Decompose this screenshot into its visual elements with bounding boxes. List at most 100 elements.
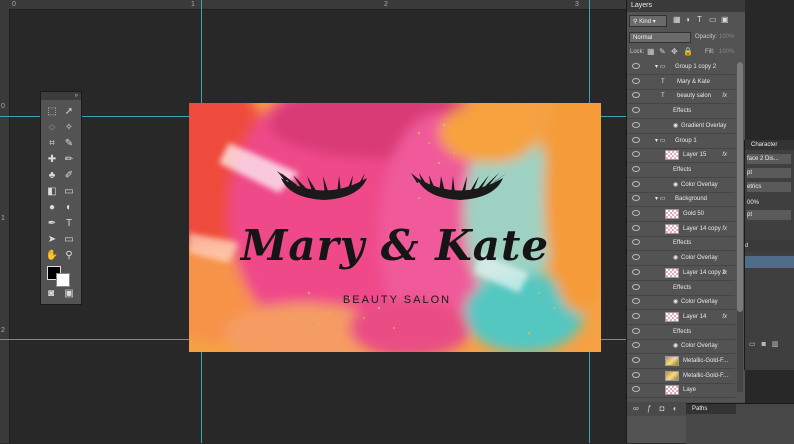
layer-effect-row[interactable]: Effects — [627, 236, 735, 252]
visibility-eye-icon[interactable] — [632, 342, 640, 349]
folder-icon[interactable]: ▾ ▭ — [655, 192, 665, 206]
panel-item[interactable]: d — [745, 240, 794, 252]
effect-visibility-icon[interactable]: ◉ — [673, 295, 678, 309]
magic-wand-tool-icon[interactable]: ✧ — [62, 122, 76, 134]
folder-icon[interactable]: ▾ ▭ — [655, 134, 665, 148]
layer-effect-row[interactable]: Effects — [627, 104, 735, 120]
visibility-eye-icon[interactable] — [632, 63, 640, 69]
tools-panel-header[interactable]: » — [41, 92, 81, 100]
screen-mode-icon[interactable]: ▣ — [62, 288, 76, 300]
opacity-value[interactable]: 100% — [719, 34, 734, 40]
visibility-eye-icon[interactable] — [632, 283, 640, 290]
vertical-ruler[interactable]: 0 1 2 — [0, 9, 10, 443]
lock-all-icon[interactable]: 🔒 — [683, 47, 693, 56]
visibility-eye-icon[interactable] — [632, 254, 640, 261]
layer-row[interactable]: Laye — [627, 383, 735, 399]
tab-paths[interactable]: Paths — [692, 405, 707, 414]
rectangle-tool-icon[interactable]: ▭ — [62, 234, 76, 246]
filter-shape-icon[interactable]: ▭ — [709, 15, 717, 24]
layer-thumbnail[interactable] — [665, 267, 679, 278]
filter-type-icon[interactable]: T — [697, 15, 702, 24]
layer-row[interactable]: Layer 15 fx — [627, 148, 735, 164]
pen-tool-icon[interactable]: ✒ — [45, 218, 59, 230]
layer-thumbnail[interactable] — [665, 385, 679, 396]
layer-effect-row[interactable]: Effects — [627, 325, 735, 340]
link-layers-icon[interactable]: ∞ — [633, 404, 639, 413]
layer-effect-row[interactable]: ◉ Gradient Overlay — [627, 119, 735, 134]
layer-row[interactable]: Metallic-Gold-F... — [627, 354, 735, 369]
trash-icon[interactable]: ▥ — [772, 341, 779, 348]
filter-pixel-icon[interactable]: ▦ — [673, 15, 681, 24]
visibility-eye-icon[interactable] — [632, 136, 640, 143]
zoom-tool-icon[interactable]: ⚲ — [62, 250, 76, 262]
visibility-eye-icon[interactable] — [632, 239, 640, 246]
visibility-eye-icon[interactable] — [632, 92, 640, 99]
visibility-eye-icon[interactable] — [632, 298, 640, 305]
brush-tool-icon[interactable]: ✏ — [62, 154, 76, 166]
eyedropper-tool-icon[interactable]: ✎ — [62, 138, 76, 150]
layer-thumbnail[interactable] — [665, 209, 679, 219]
add-style-icon[interactable]: ƒ — [647, 404, 651, 413]
visibility-eye-icon[interactable] — [632, 77, 640, 84]
eraser-tool-icon[interactable]: ◧ — [45, 186, 59, 198]
visibility-eye-icon[interactable] — [632, 327, 640, 334]
layer-thumbnail[interactable] — [665, 311, 679, 322]
layer-fx-badge[interactable]: fx — [722, 222, 727, 236]
font-size-field[interactable]: pt — [747, 168, 791, 178]
layer-group-row[interactable]: ▾ ▭ Background — [627, 192, 735, 208]
visibility-eye-icon[interactable] — [632, 386, 640, 393]
clone-stamp-tool-icon[interactable]: ♣ — [45, 170, 59, 182]
hand-tool-icon[interactable]: ✋ — [45, 250, 59, 262]
gradient-tool-icon[interactable]: ▭ — [62, 186, 76, 198]
filter-smart-object-icon[interactable]: ▣ — [721, 15, 729, 24]
healing-brush-tool-icon[interactable]: ✚ — [45, 154, 59, 166]
font-family-select[interactable]: face 2 Dis... — [747, 154, 791, 164]
layer-fx-badge[interactable]: fx — [722, 266, 727, 280]
effect-visibility-icon[interactable]: ◉ — [673, 178, 678, 192]
move-tool-icon[interactable]: ➚ — [62, 106, 76, 118]
layer-row[interactable]: Gold 50 — [627, 207, 735, 222]
visibility-eye-icon[interactable] — [632, 107, 640, 114]
visibility-eye-icon[interactable] — [632, 121, 640, 128]
visibility-eye-icon[interactable] — [632, 165, 640, 172]
layer-fx-badge[interactable]: fx — [722, 89, 727, 103]
baseline-field[interactable]: pt — [747, 210, 791, 220]
scale-field[interactable]: 00% — [747, 198, 791, 208]
layer-group-row[interactable]: ▾ ▭ Group 1 — [627, 134, 735, 149]
visibility-eye-icon[interactable] — [632, 210, 640, 216]
layer-fx-badge[interactable]: fx — [722, 310, 727, 324]
dodge-tool-icon[interactable]: ◐ — [62, 202, 76, 214]
visibility-eye-icon[interactable] — [632, 224, 640, 231]
marquee-tool-icon[interactable]: ⬚ — [45, 106, 59, 118]
folder-icon[interactable]: ▾ ▭ — [655, 60, 665, 74]
layer-thumbnail[interactable] — [665, 150, 679, 161]
path-selection-tool-icon[interactable]: ➤ — [45, 234, 59, 246]
filter-kind-select[interactable]: ⚲ Kind ▾ — [629, 15, 667, 27]
layer-row[interactable]: Tbeauty salon fx — [627, 89, 735, 105]
layer-row[interactable]: Metallic-Gold-F... — [627, 369, 735, 384]
visibility-eye-icon[interactable] — [632, 180, 640, 187]
tab-layers[interactable]: Layers — [627, 0, 745, 12]
quick-mask-icon[interactable]: ◙ — [44, 288, 58, 300]
layer-row[interactable]: Layer 14 copy fx — [627, 222, 735, 237]
layer-effect-row[interactable]: ◉ Color Overlay — [627, 251, 735, 267]
visibility-eye-icon[interactable] — [632, 195, 640, 202]
layer-effect-row[interactable]: ◉ Color Overlay — [627, 339, 735, 355]
lock-position-icon[interactable]: ✥ — [671, 47, 678, 56]
visibility-eye-icon[interactable] — [632, 371, 640, 378]
layer-fx-badge[interactable]: fx — [722, 148, 727, 162]
visibility-eye-icon[interactable] — [632, 151, 640, 158]
blur-tool-icon[interactable]: ● — [45, 202, 59, 214]
visibility-eye-icon[interactable] — [632, 357, 640, 363]
layer-row[interactable]: T Mary & Kate — [627, 75, 735, 90]
camera-icon[interactable]: ◙ — [762, 341, 766, 348]
lasso-tool-icon[interactable]: ◌ — [45, 122, 59, 134]
lock-paint-icon[interactable]: ✎ — [659, 47, 666, 56]
effect-visibility-icon[interactable]: ◉ — [673, 251, 678, 265]
fill-value[interactable]: 100% — [719, 49, 734, 55]
visibility-eye-icon[interactable] — [632, 312, 640, 319]
filter-adjustment-icon[interactable]: ◑ — [685, 15, 690, 24]
layer-row[interactable]: Layer 14 copy 2 fx — [627, 266, 735, 281]
document-canvas[interactable]: Mary & Kate BEAUTY SALON — [189, 103, 601, 352]
lock-pixels-icon[interactable]: ▦ — [647, 47, 655, 56]
